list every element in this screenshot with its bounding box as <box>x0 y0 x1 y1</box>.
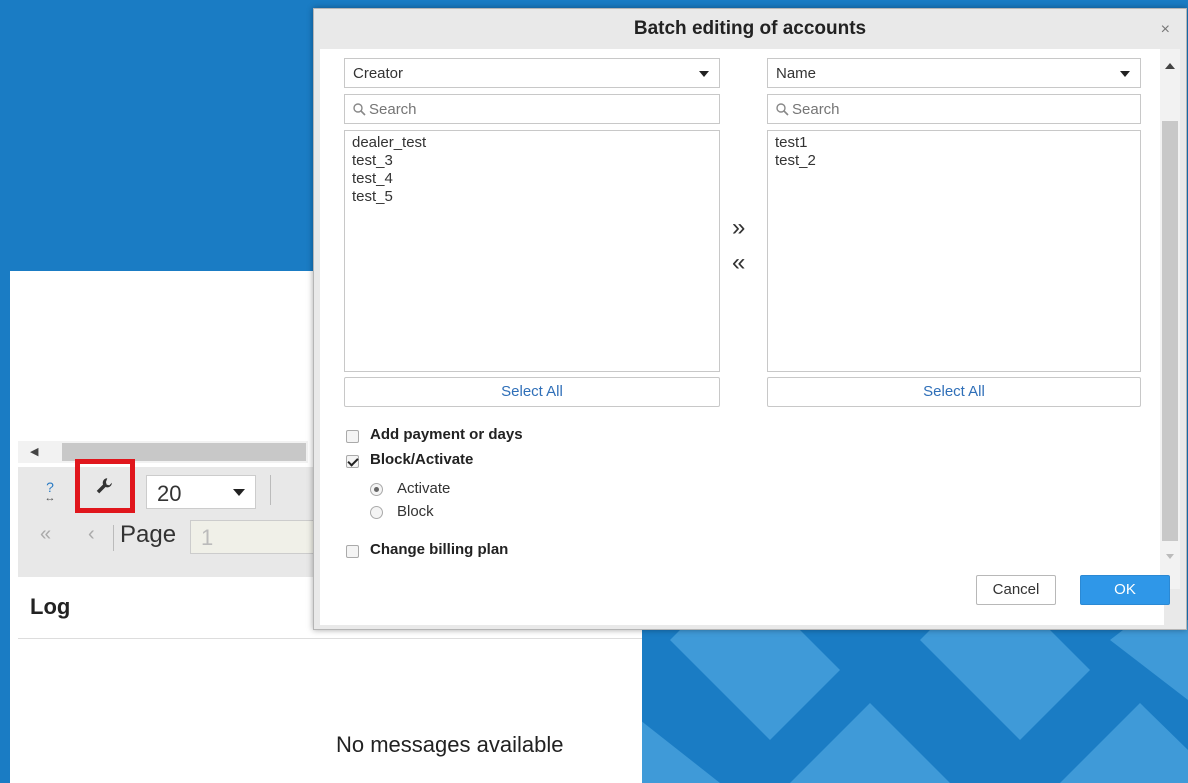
left-search-input[interactable] <box>369 99 669 119</box>
list-item[interactable]: dealer_test <box>352 134 712 152</box>
divider <box>270 475 271 505</box>
list-item[interactable]: test_2 <box>775 152 1133 170</box>
add-payment-label[interactable]: Add payment or days <box>370 426 523 443</box>
change-billing-label[interactable]: Change billing plan <box>370 541 508 558</box>
activate-radio[interactable] <box>370 483 383 496</box>
change-billing-checkbox[interactable] <box>346 545 359 558</box>
list-item[interactable]: test1 <box>775 134 1133 152</box>
right-account-list[interactable]: test1 test_2 <box>767 130 1141 372</box>
block-activate-label[interactable]: Block/Activate <box>370 451 473 468</box>
wrench-icon[interactable] <box>94 475 116 497</box>
left-search-field[interactable] <box>344 94 720 124</box>
block-radio[interactable] <box>370 506 383 519</box>
block-activate-checkbox[interactable] <box>346 455 359 468</box>
horizontal-scrollbar[interactable]: ◀ <box>18 441 308 463</box>
wrench-highlight <box>75 459 135 513</box>
add-payment-checkbox[interactable] <box>346 430 359 443</box>
close-icon[interactable]: × <box>1161 21 1170 39</box>
move-right-button[interactable]: » <box>732 214 745 242</box>
chevron-down-icon <box>1120 71 1130 77</box>
left-account-list[interactable]: dealer_test test_3 test_4 test_5 <box>344 130 720 372</box>
scroll-thumb[interactable] <box>1162 121 1178 541</box>
log-title: Log <box>30 594 71 619</box>
prev-page-icon[interactable]: ‹ <box>88 523 95 546</box>
cancel-button[interactable]: Cancel <box>976 575 1056 605</box>
chevron-down-icon <box>699 71 709 77</box>
move-left-button[interactable]: « <box>732 249 745 277</box>
search-icon <box>776 103 789 116</box>
vertical-scrollbar[interactable] <box>1160 49 1180 589</box>
activate-label[interactable]: Activate <box>397 480 450 497</box>
scroll-down-icon[interactable] <box>1166 554 1174 559</box>
list-item[interactable]: test_5 <box>352 188 712 206</box>
ok-button[interactable]: OK <box>1080 575 1170 605</box>
fit-columns-icon[interactable]: ? ↔ <box>38 480 62 505</box>
batch-edit-dialog: Batch editing of accounts × Creator deal… <box>313 8 1187 630</box>
page-size-select[interactable]: 20 <box>146 475 256 509</box>
page-label: Page <box>120 521 177 548</box>
list-item[interactable]: test_4 <box>352 170 712 188</box>
right-search-input[interactable] <box>792 99 1092 119</box>
first-page-icon[interactable]: « <box>40 523 51 546</box>
list-item[interactable]: test_3 <box>352 152 712 170</box>
chevron-down-icon <box>233 489 245 496</box>
scroll-up-icon[interactable] <box>1165 63 1175 69</box>
grid-toolbar: ? ↔ 20 « ‹ Page 1 <box>18 459 318 577</box>
background-pattern <box>640 620 1188 783</box>
divider <box>18 638 642 639</box>
scroll-left-icon[interactable]: ◀ <box>30 445 38 458</box>
left-column-select[interactable]: Creator <box>344 58 720 88</box>
right-select-all-button[interactable]: Select All <box>767 377 1141 407</box>
dialog-title: Batch editing of accounts <box>633 18 867 39</box>
right-column-select[interactable]: Name <box>767 58 1141 88</box>
divider <box>113 525 114 551</box>
right-search-field[interactable] <box>767 94 1141 124</box>
dialog-body: Creator dealer_test test_3 test_4 test_5… <box>320 49 1164 625</box>
page-number-input[interactable]: 1 <box>190 520 318 554</box>
no-messages-text: No messages available <box>336 732 564 757</box>
left-select-all-button[interactable]: Select All <box>344 377 720 407</box>
search-icon <box>353 103 366 116</box>
block-label[interactable]: Block <box>397 503 434 520</box>
